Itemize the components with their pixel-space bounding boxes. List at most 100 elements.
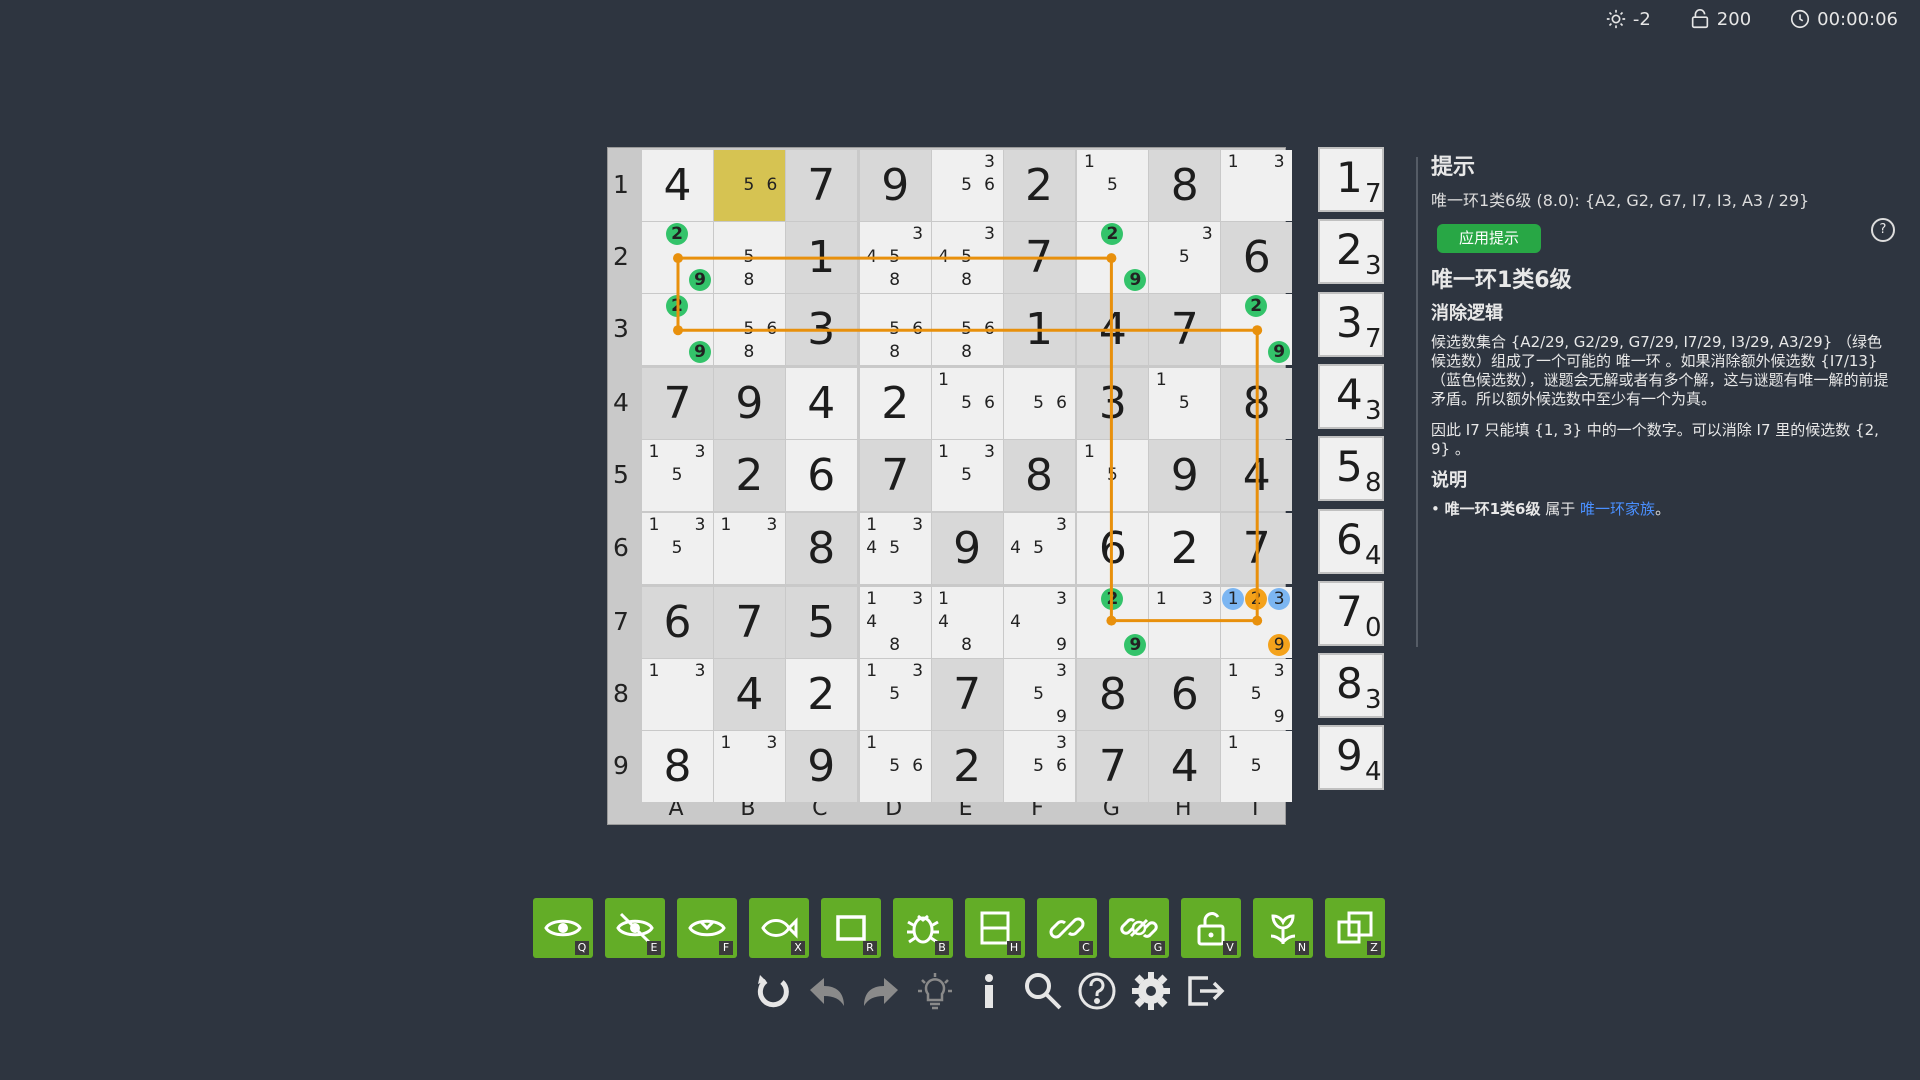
cell-b1[interactable]: 56 [713,150,785,221]
cell-f5[interactable]: 8 [1003,440,1075,512]
info-button[interactable] [968,970,1010,1012]
cell-h1[interactable]: 8 [1149,150,1221,221]
digit-count-9[interactable]: 94 [1318,725,1384,791]
apply-hint-button[interactable]: 应用提示 [1437,224,1542,253]
redo-button[interactable] [860,970,902,1012]
digit-count-6[interactable]: 64 [1318,508,1384,574]
rectangle-tool-button[interactable]: R [821,898,881,958]
digit-count-7[interactable]: 70 [1318,580,1384,646]
reset-button[interactable] [752,970,794,1012]
unlock-tool-button[interactable]: V [1181,898,1241,958]
settings-button[interactable] [1130,970,1172,1012]
cell-f4[interactable]: 56 [1003,368,1075,440]
cell-c5[interactable]: 6 [785,440,857,512]
cell-e3[interactable]: 568 [931,294,1003,366]
cell-g6[interactable]: 6 [1077,512,1149,584]
flower-tool-button[interactable]: N [1253,898,1313,958]
cell-d1[interactable]: 9 [859,150,931,221]
digit-count-4[interactable]: 43 [1318,363,1384,429]
cell-c2[interactable]: 1 [785,222,857,294]
cell-g2[interactable]: 29 [1077,222,1149,294]
cell-g7[interactable]: 29 [1077,586,1149,658]
cell-i7[interactable]: 123 9 [1221,586,1293,658]
copy-tool-button[interactable]: Z [1325,898,1385,958]
cell-d5[interactable]: 7 [859,440,931,512]
digit-count-2[interactable]: 23 [1318,219,1384,285]
cell-b4[interactable]: 9 [713,368,785,440]
cell-i2[interactable]: 6 [1221,222,1293,294]
cell-g5[interactable]: 15 [1077,440,1149,512]
technique-family-link[interactable]: 唯一环家族 [1580,500,1655,518]
chain-tool-button[interactable]: C [1037,898,1097,958]
cell-c6[interactable]: 8 [785,512,857,584]
cell-g8[interactable]: 8 [1077,658,1149,730]
cell-a5[interactable]: 1 35 [642,440,713,512]
cell-c4[interactable]: 4 [785,368,857,440]
cell-d6[interactable]: 1 3 45 [859,512,931,584]
cell-b8[interactable]: 4 [713,658,785,730]
cell-a2[interactable]: 29 [642,222,713,294]
cell-h3[interactable]: 7 [1149,294,1221,366]
eye-tool-button[interactable]: Q [533,898,593,958]
cell-f2[interactable]: 7 [1003,222,1075,294]
cell-h9[interactable]: 4 [1149,730,1221,802]
search-button[interactable] [1022,970,1064,1012]
cell-c7[interactable]: 5 [785,586,857,658]
cell-i8[interactable]: 1 359 [1221,658,1293,730]
cell-g9[interactable]: 7 [1077,730,1149,802]
cell-c8[interactable]: 2 [785,658,857,730]
cell-c1[interactable]: 7 [785,150,857,221]
digit-count-3[interactable]: 37 [1318,291,1384,357]
cell-a7[interactable]: 6 [642,586,713,658]
cell-f8[interactable]: 359 [1003,658,1075,730]
cell-f7[interactable]: 3 4 9 [1003,586,1075,658]
cell-c3[interactable]: 3 [785,294,857,366]
cell-h2[interactable]: 35 [1149,222,1221,294]
bug-tool-button[interactable]: B [893,898,953,958]
cell-g1[interactable]: 15 [1077,150,1149,221]
digit-count-8[interactable]: 83 [1318,653,1384,719]
cell-b3[interactable]: 568 [713,294,785,366]
cell-i5[interactable]: 4 [1221,440,1293,512]
cell-d4[interactable]: 2 [859,368,931,440]
eye-off-tool-button[interactable]: E [605,898,665,958]
cell-e1[interactable]: 356 [931,150,1003,221]
cell-f9[interactable]: 356 [1003,730,1075,802]
cell-h5[interactable]: 9 [1149,440,1221,512]
help-button[interactable] [1076,970,1118,1012]
cell-e8[interactable]: 7 [931,658,1003,730]
cell-i4[interactable]: 8 [1221,368,1293,440]
cell-d9[interactable]: 156 [859,730,931,802]
cell-h8[interactable]: 6 [1149,658,1221,730]
cell-e4[interactable]: 156 [931,368,1003,440]
cell-f3[interactable]: 1 [1003,294,1075,366]
cell-b5[interactable]: 2 [713,440,785,512]
cell-e7[interactable]: 148 [931,586,1003,658]
cell-e9[interactable]: 2 [931,730,1003,802]
cell-f6[interactable]: 3 45 [1003,512,1075,584]
chain-group-tool-button[interactable]: G [1109,898,1169,958]
cell-f1[interactable]: 2 [1003,150,1075,221]
cell-h7[interactable]: 13 [1149,586,1221,658]
digit-count-1[interactable]: 17 [1318,147,1384,212]
cell-b2[interactable]: 58 [713,222,785,294]
cell-d2[interactable]: 3 458 [859,222,931,294]
house-tool-button[interactable]: H [965,898,1025,958]
cell-e5[interactable]: 1 35 [931,440,1003,512]
cell-d7[interactable]: 1 3 48 [859,586,931,658]
cell-c9[interactable]: 9 [785,730,857,802]
cell-b7[interactable]: 7 [713,586,785,658]
help-icon[interactable]: ? [1871,218,1895,242]
cell-g3[interactable]: 4 [1077,294,1149,366]
cell-a6[interactable]: 1 35 [642,512,713,584]
cell-i6[interactable]: 7 [1221,512,1293,584]
cell-d8[interactable]: 1 35 [859,658,931,730]
cell-h4[interactable]: 15 [1149,368,1221,440]
cell-a4[interactable]: 7 [642,368,713,440]
cell-b9[interactable]: 13 [713,730,785,802]
exit-button[interactable] [1184,970,1226,1012]
cell-b6[interactable]: 13 [713,512,785,584]
cell-a3[interactable]: 29 [642,294,713,366]
hint-button[interactable] [914,970,956,1012]
eye-fish-tool-button[interactable]: F [677,898,737,958]
